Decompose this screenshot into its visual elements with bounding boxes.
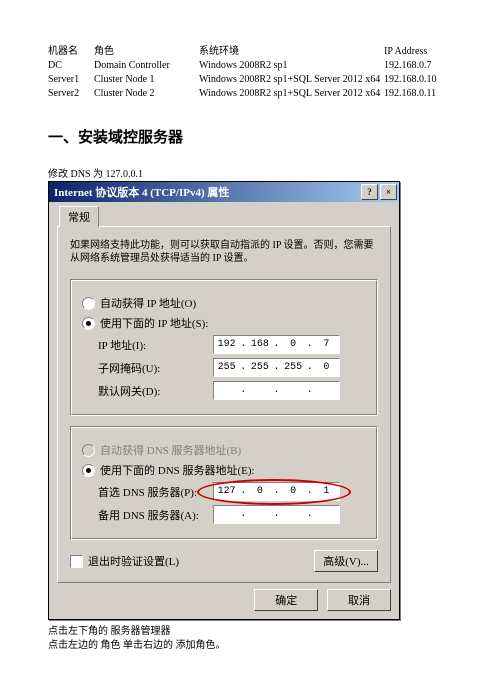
checkbox-icon	[70, 555, 83, 568]
table-cell: Windows 2008R2 sp1	[199, 59, 384, 73]
checkbox-label: 退出时验证设置(L)	[88, 553, 179, 569]
table-cell: Domain Controller	[94, 59, 199, 73]
table-cell: Windows 2008R2 sp1+SQL Server 2012 x64	[199, 73, 384, 87]
cancel-button[interactable]: 取消	[327, 589, 391, 611]
radio-icon	[82, 297, 95, 310]
radio-auto-ip[interactable]: 自动获得 IP 地址(O)	[82, 295, 366, 311]
titlebar: Internet 协议版本 4 (TCP/IPv4) 属性 ? ×	[49, 182, 399, 202]
col-machine: 机器名	[48, 45, 94, 59]
alt-dns-input[interactable]: ...	[213, 505, 340, 524]
alt-dns-label: 备用 DNS 服务器(A):	[98, 507, 213, 523]
footer-text-1: 点击左下角的 服务器管理器	[48, 625, 454, 639]
footer-text-2: 点击左边的 角色 单击右边的 添加角色。	[48, 639, 454, 653]
table-cell: 192.168.0.7	[384, 59, 454, 73]
ipv4-properties-dialog: Internet 协议版本 4 (TCP/IPv4) 属性 ? × 常规 如果网…	[48, 181, 400, 620]
table-cell: 192.168.0.10	[384, 73, 454, 87]
radio-label: 使用下面的 IP 地址(S):	[100, 315, 208, 331]
col-env: 系统环境	[199, 45, 384, 59]
radio-icon	[82, 464, 95, 477]
radio-label: 使用下面的 DNS 服务器地址(E):	[100, 462, 255, 478]
radio-manual-ip[interactable]: 使用下面的 IP 地址(S):	[82, 315, 366, 331]
table-cell: Cluster Node 2	[94, 87, 199, 101]
radio-icon	[82, 444, 95, 457]
table-cell: Server2	[48, 87, 94, 101]
advanced-button[interactable]: 高级(V)...	[314, 550, 378, 572]
pref-dns-input[interactable]: 127.0.0.1	[213, 482, 340, 501]
radio-manual-dns[interactable]: 使用下面的 DNS 服务器地址(E):	[82, 462, 366, 478]
pref-dns-label: 首选 DNS 服务器(P):	[98, 484, 213, 500]
gateway-input[interactable]: ...	[213, 381, 340, 400]
dns-note: 修改 DNS 为 127.0.0.1	[48, 165, 454, 180]
table-cell: Cluster Node 1	[94, 73, 199, 87]
table-cell: Windows 2008R2 sp1+SQL Server 2012 x64	[199, 87, 384, 101]
table-cell: 192.168.0.11	[384, 87, 454, 101]
col-ip: IP Address	[384, 45, 454, 59]
radio-label: 自动获得 IP 地址(O)	[100, 295, 196, 311]
section-heading: 一、安装域控服务器	[48, 126, 454, 147]
validate-checkbox[interactable]: 退出时验证设置(L)	[70, 553, 179, 569]
ip-address-label: IP 地址(I):	[98, 337, 213, 353]
dialog-title: Internet 协议版本 4 (TCP/IPv4) 属性	[54, 184, 359, 200]
table-cell: DC	[48, 59, 94, 73]
radio-auto-dns: 自动获得 DNS 服务器地址(B)	[82, 442, 366, 458]
col-role: 角色	[94, 45, 199, 59]
ip-address-input[interactable]: 192.168.0.7	[213, 335, 340, 354]
gateway-label: 默认网关(D):	[98, 383, 213, 399]
help-button[interactable]: ?	[361, 184, 378, 200]
subnet-mask-input[interactable]: 255.255.255.0	[213, 358, 340, 377]
radio-icon	[82, 317, 95, 330]
instruction-text: 如果网络支持此功能，则可以获取自动指派的 IP 设置。否则，您需要从网络系统管理…	[70, 239, 378, 265]
close-button[interactable]: ×	[380, 184, 397, 200]
tab-general[interactable]: 常规	[59, 206, 99, 227]
ok-button[interactable]: 确定	[254, 589, 318, 611]
subnet-mask-label: 子网掩码(U):	[98, 360, 213, 376]
machine-table: 机器名 角色 系统环境 IP Address DC Domain Control…	[48, 45, 454, 101]
table-cell: Server1	[48, 73, 94, 87]
radio-label: 自动获得 DNS 服务器地址(B)	[100, 442, 366, 458]
